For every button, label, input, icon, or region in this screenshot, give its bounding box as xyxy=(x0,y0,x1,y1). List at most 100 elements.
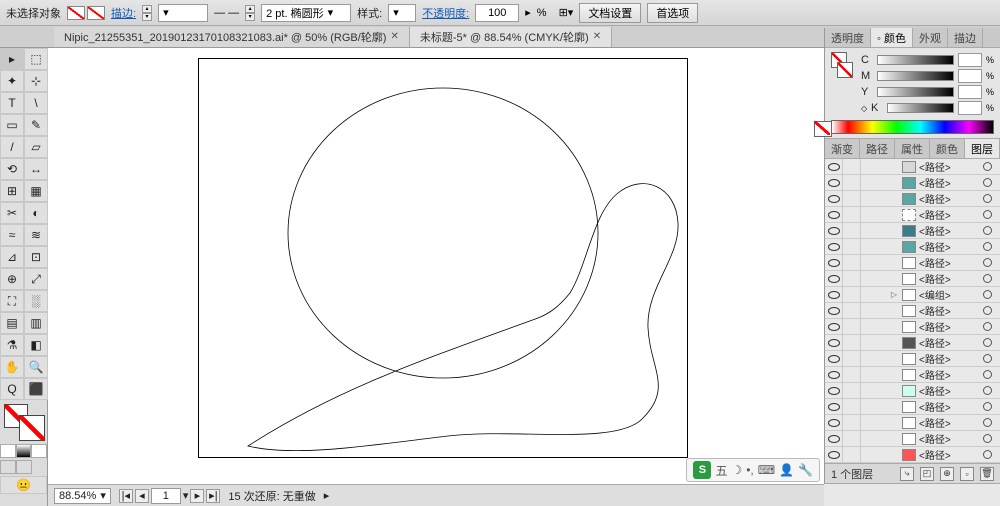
c-value[interactable] xyxy=(958,53,982,67)
visibility-icon[interactable] xyxy=(825,271,843,287)
status-arrow[interactable]: ▸ xyxy=(324,489,330,502)
tool-8[interactable]: / xyxy=(0,136,24,158)
lock-cell[interactable] xyxy=(843,159,861,175)
layer-row[interactable]: <路径> xyxy=(825,431,1000,447)
visibility-icon[interactable] xyxy=(825,175,843,191)
tab-color[interactable]: ◦ 颜色 xyxy=(871,28,913,47)
last-page-icon[interactable]: ▸| xyxy=(206,489,220,503)
lock-cell[interactable] xyxy=(843,287,861,303)
lock-cell[interactable] xyxy=(843,335,861,351)
target-icon[interactable] xyxy=(980,304,994,318)
lock-cell[interactable] xyxy=(843,399,861,415)
target-icon[interactable] xyxy=(980,272,994,286)
visibility-icon[interactable] xyxy=(825,319,843,335)
tool-30[interactable]: Q xyxy=(0,378,24,400)
canvas[interactable] xyxy=(48,48,824,484)
visibility-icon[interactable] xyxy=(825,223,843,239)
target-icon[interactable] xyxy=(980,256,994,270)
tab-layers[interactable]: 图层 xyxy=(965,139,1000,158)
c-slider[interactable] xyxy=(877,55,954,65)
tool-5[interactable]: \ xyxy=(24,92,48,114)
target-icon[interactable] xyxy=(980,352,994,366)
opacity-arrow[interactable]: ▸ xyxy=(525,6,531,19)
target-icon[interactable] xyxy=(980,432,994,446)
layer-row[interactable]: ▷<编组> xyxy=(825,287,1000,303)
target-icon[interactable] xyxy=(980,320,994,334)
target-icon[interactable] xyxy=(980,288,994,302)
stroke-link[interactable]: 描边: xyxy=(111,5,136,21)
layer-row[interactable]: <路径> xyxy=(825,239,1000,255)
lock-cell[interactable] xyxy=(843,383,861,399)
layer-row[interactable]: <路径> xyxy=(825,367,1000,383)
new-sublayer-icon[interactable]: ⊕ xyxy=(940,467,954,481)
tool-27[interactable]: ◧ xyxy=(24,334,48,356)
tool-11[interactable]: ↔ xyxy=(24,158,48,180)
tool-9[interactable]: ▱ xyxy=(24,136,48,158)
lock-cell[interactable] xyxy=(843,367,861,383)
visibility-icon[interactable] xyxy=(825,159,843,175)
layer-row[interactable]: <路径> xyxy=(825,271,1000,287)
m-value[interactable] xyxy=(958,69,982,83)
target-icon[interactable] xyxy=(980,400,994,414)
visibility-icon[interactable] xyxy=(825,207,843,223)
ime-bar[interactable]: S 五 ☽ •, ⌨ 👤 🔧 xyxy=(686,458,820,482)
layer-row[interactable]: <路径> xyxy=(825,399,1000,415)
visibility-icon[interactable] xyxy=(825,367,843,383)
m-slider[interactable] xyxy=(877,71,954,81)
lock-cell[interactable] xyxy=(843,239,861,255)
ime-logo-icon[interactable]: S xyxy=(693,461,711,479)
brush-spinner[interactable]: ▴▾ xyxy=(245,5,255,21)
doc-tab[interactable]: Nipic_21255351_20190123170108321083.ai* … xyxy=(54,27,410,47)
tab-pathfinder[interactable]: 路径 xyxy=(860,139,895,158)
color-spectrum[interactable] xyxy=(831,120,994,134)
doc-tab[interactable]: 未标题-5* @ 88.54% (CMYK/轮廓) ✕ xyxy=(410,27,612,47)
tab-attributes[interactable]: 属性 xyxy=(895,139,930,158)
visibility-icon[interactable] xyxy=(825,255,843,271)
gradient-mode[interactable] xyxy=(16,444,32,458)
lock-cell[interactable] xyxy=(843,175,861,191)
fill-swatch[interactable] xyxy=(67,6,85,20)
ime-punct-icon[interactable]: •, xyxy=(746,463,754,477)
prefs-button[interactable]: 首选项 xyxy=(647,3,698,23)
visibility-icon[interactable] xyxy=(825,239,843,255)
ime-keyboard-icon[interactable]: ⌨ xyxy=(758,463,775,477)
y-value[interactable] xyxy=(958,85,982,99)
first-page-icon[interactable]: |◂ xyxy=(119,489,133,503)
next-page-icon[interactable]: ▸ xyxy=(190,489,204,503)
target-icon[interactable] xyxy=(980,416,994,430)
lock-cell[interactable] xyxy=(843,255,861,271)
page-input[interactable]: 1 xyxy=(151,488,181,504)
visibility-icon[interactable] xyxy=(825,287,843,303)
ime-moon-icon[interactable]: ☽ xyxy=(731,463,742,477)
color-mode[interactable] xyxy=(0,444,16,458)
ime-user-icon[interactable]: 👤 xyxy=(779,463,794,477)
ime-settings-icon[interactable]: 🔧 xyxy=(798,463,813,477)
layer-row[interactable]: <路径> xyxy=(825,415,1000,431)
tool-13[interactable]: ▦ xyxy=(24,180,48,202)
visibility-icon[interactable] xyxy=(825,303,843,319)
stroke-weight-dropdown[interactable]: ▾ xyxy=(158,4,208,22)
tool-20[interactable]: ⊕ xyxy=(0,268,24,290)
visibility-icon[interactable] xyxy=(825,447,843,463)
target-icon[interactable] xyxy=(980,192,994,206)
visibility-icon[interactable] xyxy=(825,191,843,207)
locate-icon[interactable]: ⤷ xyxy=(900,467,914,481)
opacity-link[interactable]: 不透明度: xyxy=(422,5,469,21)
close-icon[interactable]: ✕ xyxy=(593,31,601,42)
lock-cell[interactable] xyxy=(843,223,861,239)
tool-18[interactable]: ⊿ xyxy=(0,246,24,268)
layer-row[interactable]: <路径> xyxy=(825,351,1000,367)
new-layer-icon[interactable]: ▫ xyxy=(960,467,974,481)
page-nav[interactable]: |◂ ◂ 1 ▾ ▸ ▸| xyxy=(119,488,221,504)
tool-10[interactable]: ⟲ xyxy=(0,158,24,180)
close-icon[interactable]: ✕ xyxy=(390,31,398,42)
tool-6[interactable]: ▭ xyxy=(0,114,24,136)
zoom-field[interactable]: 88.54% ▾ xyxy=(54,488,111,504)
make-clip-icon[interactable]: ◰ xyxy=(920,467,934,481)
tool-4[interactable]: T xyxy=(0,92,24,114)
tool-15[interactable]: ◐ xyxy=(24,202,48,224)
lock-cell[interactable] xyxy=(843,207,861,223)
layer-row[interactable]: <路径> xyxy=(825,447,1000,463)
screen-normal[interactable] xyxy=(0,460,16,474)
target-icon[interactable] xyxy=(980,368,994,382)
